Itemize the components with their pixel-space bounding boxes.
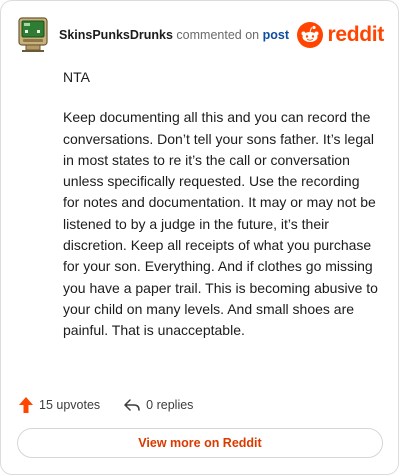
replies-count: 0 replies	[146, 398, 194, 412]
comment-footer: 15 upvotes 0 replies	[19, 394, 380, 416]
comment-body: NTA Keep documenting all this and you ca…	[63, 67, 379, 361]
comment-paragraph: Keep documenting all this and you can re…	[63, 109, 378, 339]
reddit-snoo-icon	[297, 22, 324, 48]
comment-header: SkinsPunksDrunks commented on post reddi…	[17, 15, 384, 55]
action-text: commented on	[176, 27, 260, 42]
replies-stat[interactable]: 0 replies	[124, 398, 193, 412]
retro-computer-avatar-icon[interactable]	[17, 17, 49, 53]
upvotes-stat[interactable]: 15 upvotes	[19, 397, 100, 413]
upvotes-count: 15 upvotes	[39, 398, 101, 412]
comment-paragraph: NTA	[63, 69, 90, 85]
upvote-arrow-icon	[19, 397, 33, 413]
reply-arrow-icon	[124, 399, 140, 411]
reddit-logo[interactable]: reddit	[297, 22, 384, 48]
brand-wordmark: reddit	[327, 23, 384, 46]
author-name[interactable]: SkinsPunksDrunks	[59, 28, 173, 42]
view-more-button[interactable]: View more on Reddit	[17, 428, 383, 458]
post-link[interactable]: post	[263, 28, 289, 42]
comment-meta: SkinsPunksDrunks commented on post	[59, 29, 289, 42]
embedded-comment-card: SkinsPunksDrunks commented on post reddi…	[0, 0, 399, 475]
